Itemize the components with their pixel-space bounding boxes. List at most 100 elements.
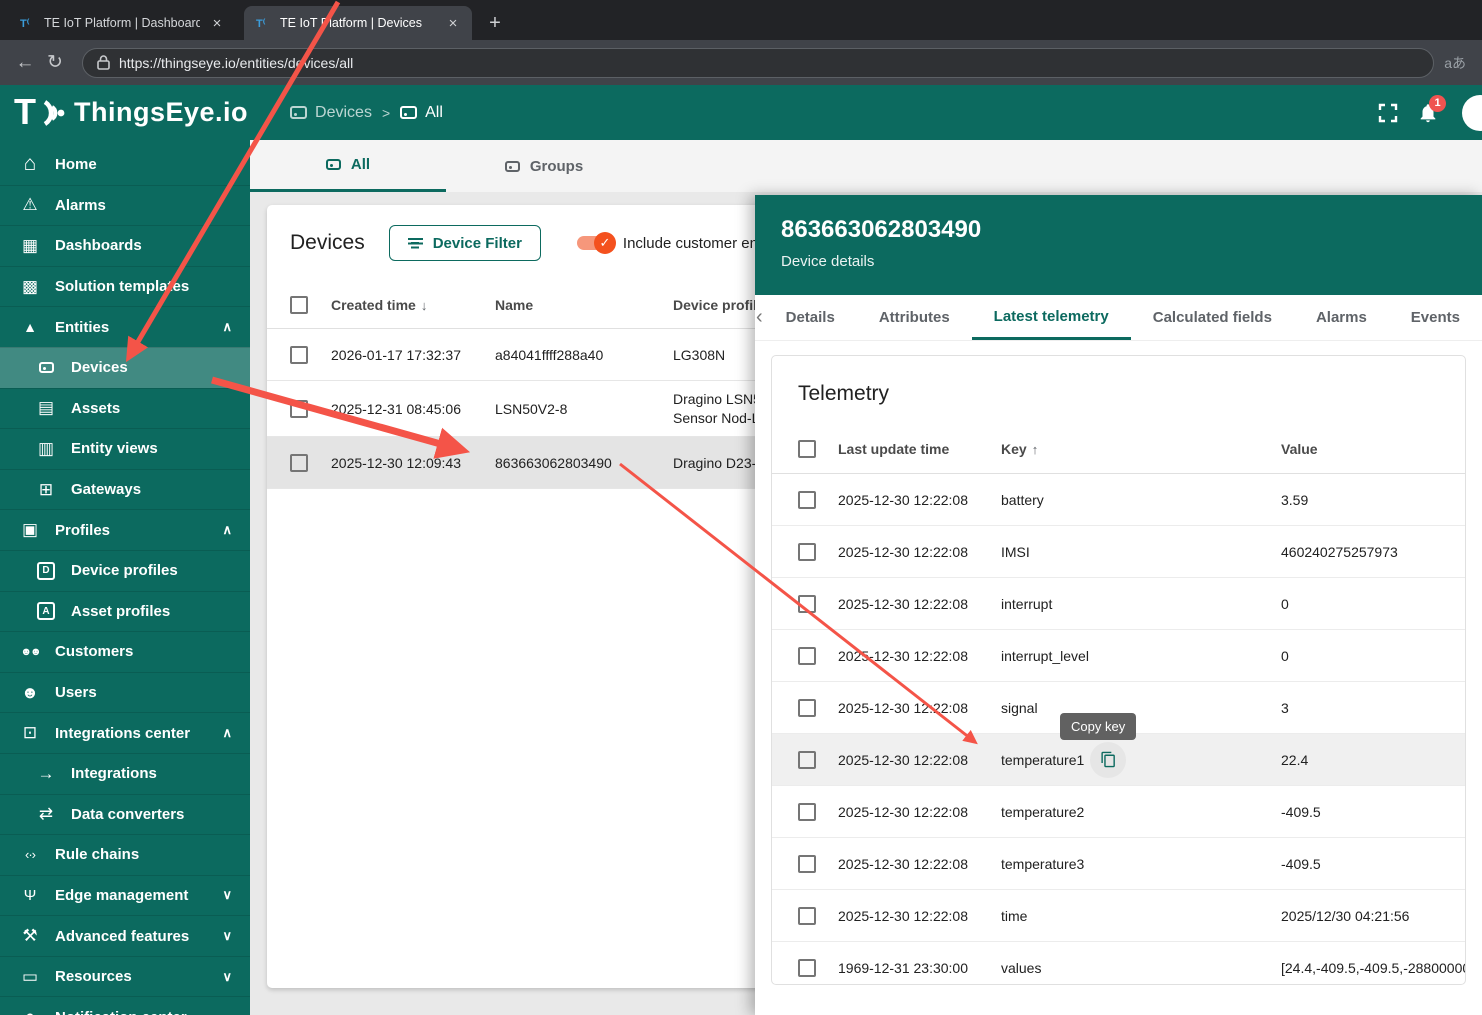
telemetry-row[interactable]: 2025-12-30 12:22:08 temperature3 -409.5 [772, 838, 1465, 890]
row-checkbox[interactable] [798, 595, 816, 613]
sidebar-item-alarms[interactable]: Alarms [0, 185, 250, 226]
telemetry-row[interactable]: 2025-12-30 12:22:08 battery 3.59 [772, 474, 1465, 526]
devices-title: Devices [290, 231, 365, 255]
new-tab-button[interactable] [482, 10, 508, 36]
tab-attributes[interactable]: Attributes [857, 295, 972, 340]
telemetry-row-temperature1[interactable]: 2025-12-30 12:22:08 temperature1 22.4 [772, 734, 1465, 786]
column-name[interactable]: Name [495, 297, 673, 313]
sidebar-item-entity-views[interactable]: Entity views [0, 428, 250, 469]
row-checkbox[interactable] [290, 454, 308, 472]
address-bar[interactable]: https://thingseye.io/entities/devices/al… [82, 48, 1434, 78]
telemetry-row[interactable]: 2025-12-30 12:22:08 interrupt 0 [772, 578, 1465, 630]
sidebar-item-data-converters[interactable]: Data converters [0, 794, 250, 835]
row-checkbox[interactable] [798, 543, 816, 561]
entity-views-icon [34, 439, 58, 459]
tab-all[interactable]: All [250, 140, 446, 192]
tab-title: TE IoT Platform | Dashboard [44, 16, 200, 30]
browser-tab-devices[interactable]: T⁽ TE IoT Platform | Devices [244, 6, 472, 40]
include-customer-entities-toggle[interactable] [577, 236, 613, 250]
breadcrumb-devices[interactable]: Devices [290, 104, 372, 122]
assets-icon [34, 398, 58, 418]
copy-key-button[interactable] [1090, 742, 1126, 778]
tab-alarms[interactable]: Alarms [1294, 295, 1389, 340]
fullscreen-icon[interactable] [1368, 93, 1408, 133]
tabs-scroll-left-icon[interactable] [755, 295, 764, 340]
sidebar-item-advanced-features[interactable]: Advanced features [0, 915, 250, 956]
sidebar-item-solution-templates[interactable]: Solution templates [0, 266, 250, 307]
row-checkbox[interactable] [798, 751, 816, 769]
edge-icon [18, 887, 42, 904]
translate-icon[interactable]: aあ [1444, 53, 1466, 73]
close-icon[interactable] [444, 14, 462, 32]
tab-events[interactable]: Events [1389, 295, 1482, 340]
telemetry-row[interactable]: 2025-12-30 12:22:08 time 2025/12/30 04:2… [772, 890, 1465, 942]
tab-details[interactable]: Details [764, 295, 857, 340]
row-checkbox[interactable] [798, 647, 816, 665]
device-name-title: 863663062803490 [781, 216, 1482, 244]
asset-profile-icon [34, 602, 58, 620]
column-last-update-time[interactable]: Last update time [838, 441, 1001, 457]
sidebar-item-dashboards[interactable]: Dashboards [0, 225, 250, 266]
chevron-up-icon [222, 319, 232, 335]
sidebar-item-assets[interactable]: Assets [0, 388, 250, 429]
sidebar-item-gateways[interactable]: Gateways [0, 469, 250, 510]
telemetry-row[interactable]: 2025-12-30 12:22:08 interrupt_level 0 [772, 630, 1465, 682]
column-value[interactable]: Value [1281, 441, 1465, 457]
browser-toolbar: ← ↻ https://thingseye.io/entities/device… [0, 40, 1482, 85]
home-icon [18, 152, 42, 176]
row-checkbox[interactable] [798, 699, 816, 717]
row-checkbox[interactable] [798, 907, 816, 925]
back-icon[interactable]: ← [10, 48, 40, 78]
column-key[interactable]: Key [1001, 441, 1281, 457]
breadcrumb-all[interactable]: All [400, 104, 443, 122]
browser-tab-dashboard[interactable]: T⁽ TE IoT Platform | Dashboard [8, 6, 236, 40]
sidebar-item-device-profiles[interactable]: Device profiles [0, 550, 250, 591]
row-checkbox[interactable] [290, 400, 308, 418]
rule-chain-icon [18, 847, 42, 862]
select-all-checkbox[interactable] [798, 440, 816, 458]
entity-tabs: All Groups [250, 140, 1482, 192]
sidebar-item-integrations[interactable]: Integrations [0, 753, 250, 794]
column-created-time[interactable]: Created time [331, 297, 495, 313]
sidebar-item-rule-chains[interactable]: Rule chains [0, 834, 250, 875]
sidebar-item-entities[interactable]: Entities [0, 306, 250, 347]
sort-asc-icon [1032, 442, 1039, 457]
sidebar-item-profiles[interactable]: Profiles [0, 509, 250, 550]
favicon-icon: T⁽ [256, 15, 272, 31]
sidebar-item-resources[interactable]: Resources [0, 956, 250, 997]
row-checkbox[interactable] [798, 491, 816, 509]
notifications-bell-icon[interactable]: 1 [1408, 93, 1448, 133]
sidebar-item-customers[interactable]: Customers [0, 631, 250, 672]
tab-latest-telemetry[interactable]: Latest telemetry [972, 295, 1131, 340]
notification-badge: 1 [1429, 95, 1446, 112]
select-all-checkbox[interactable] [290, 296, 308, 314]
row-checkbox[interactable] [798, 803, 816, 821]
telemetry-title: Telemetry [772, 356, 1465, 424]
chevron-down-icon [222, 969, 232, 985]
sidebar-item-users[interactable]: Users [0, 672, 250, 713]
row-checkbox[interactable] [798, 959, 816, 977]
sidebar-item-edge-management[interactable]: Edge management [0, 875, 250, 916]
row-checkbox[interactable] [798, 855, 816, 873]
filter-icon [408, 238, 423, 249]
chevron-up-icon [222, 522, 232, 538]
sidebar-item-devices[interactable]: Devices [0, 347, 250, 388]
tab-groups[interactable]: Groups [446, 140, 642, 192]
sidebar-item-asset-profiles[interactable]: Asset profiles [0, 591, 250, 632]
tab-calculated-fields[interactable]: Calculated fields [1131, 295, 1294, 340]
browser-chrome: T⁽ TE IoT Platform | Dashboard T⁽ TE IoT… [0, 0, 1482, 85]
avatar[interactable] [1462, 95, 1482, 131]
telemetry-row[interactable]: 1969-12-31 23:30:00 values [24.4,-409.5,… [772, 942, 1465, 985]
reload-icon[interactable]: ↻ [40, 48, 70, 78]
app-header: T ThingsEye.io Devices > All [0, 85, 1482, 140]
row-checkbox[interactable] [290, 346, 308, 364]
telemetry-row[interactable]: 2025-12-30 12:22:08 temperature2 -409.5 [772, 786, 1465, 838]
close-icon[interactable] [208, 14, 226, 32]
sidebar-item-home[interactable]: Home [0, 144, 250, 185]
thingseye-logo[interactable]: T ThingsEye.io [14, 94, 248, 132]
sidebar-item-notification-center[interactable]: Notification center [0, 996, 250, 1015]
profiles-icon [18, 520, 42, 540]
telemetry-row[interactable]: 2025-12-30 12:22:08 IMSI 460240275257973 [772, 526, 1465, 578]
sidebar-item-integrations-center[interactable]: Integrations center [0, 712, 250, 753]
device-filter-button[interactable]: Device Filter [389, 225, 541, 261]
